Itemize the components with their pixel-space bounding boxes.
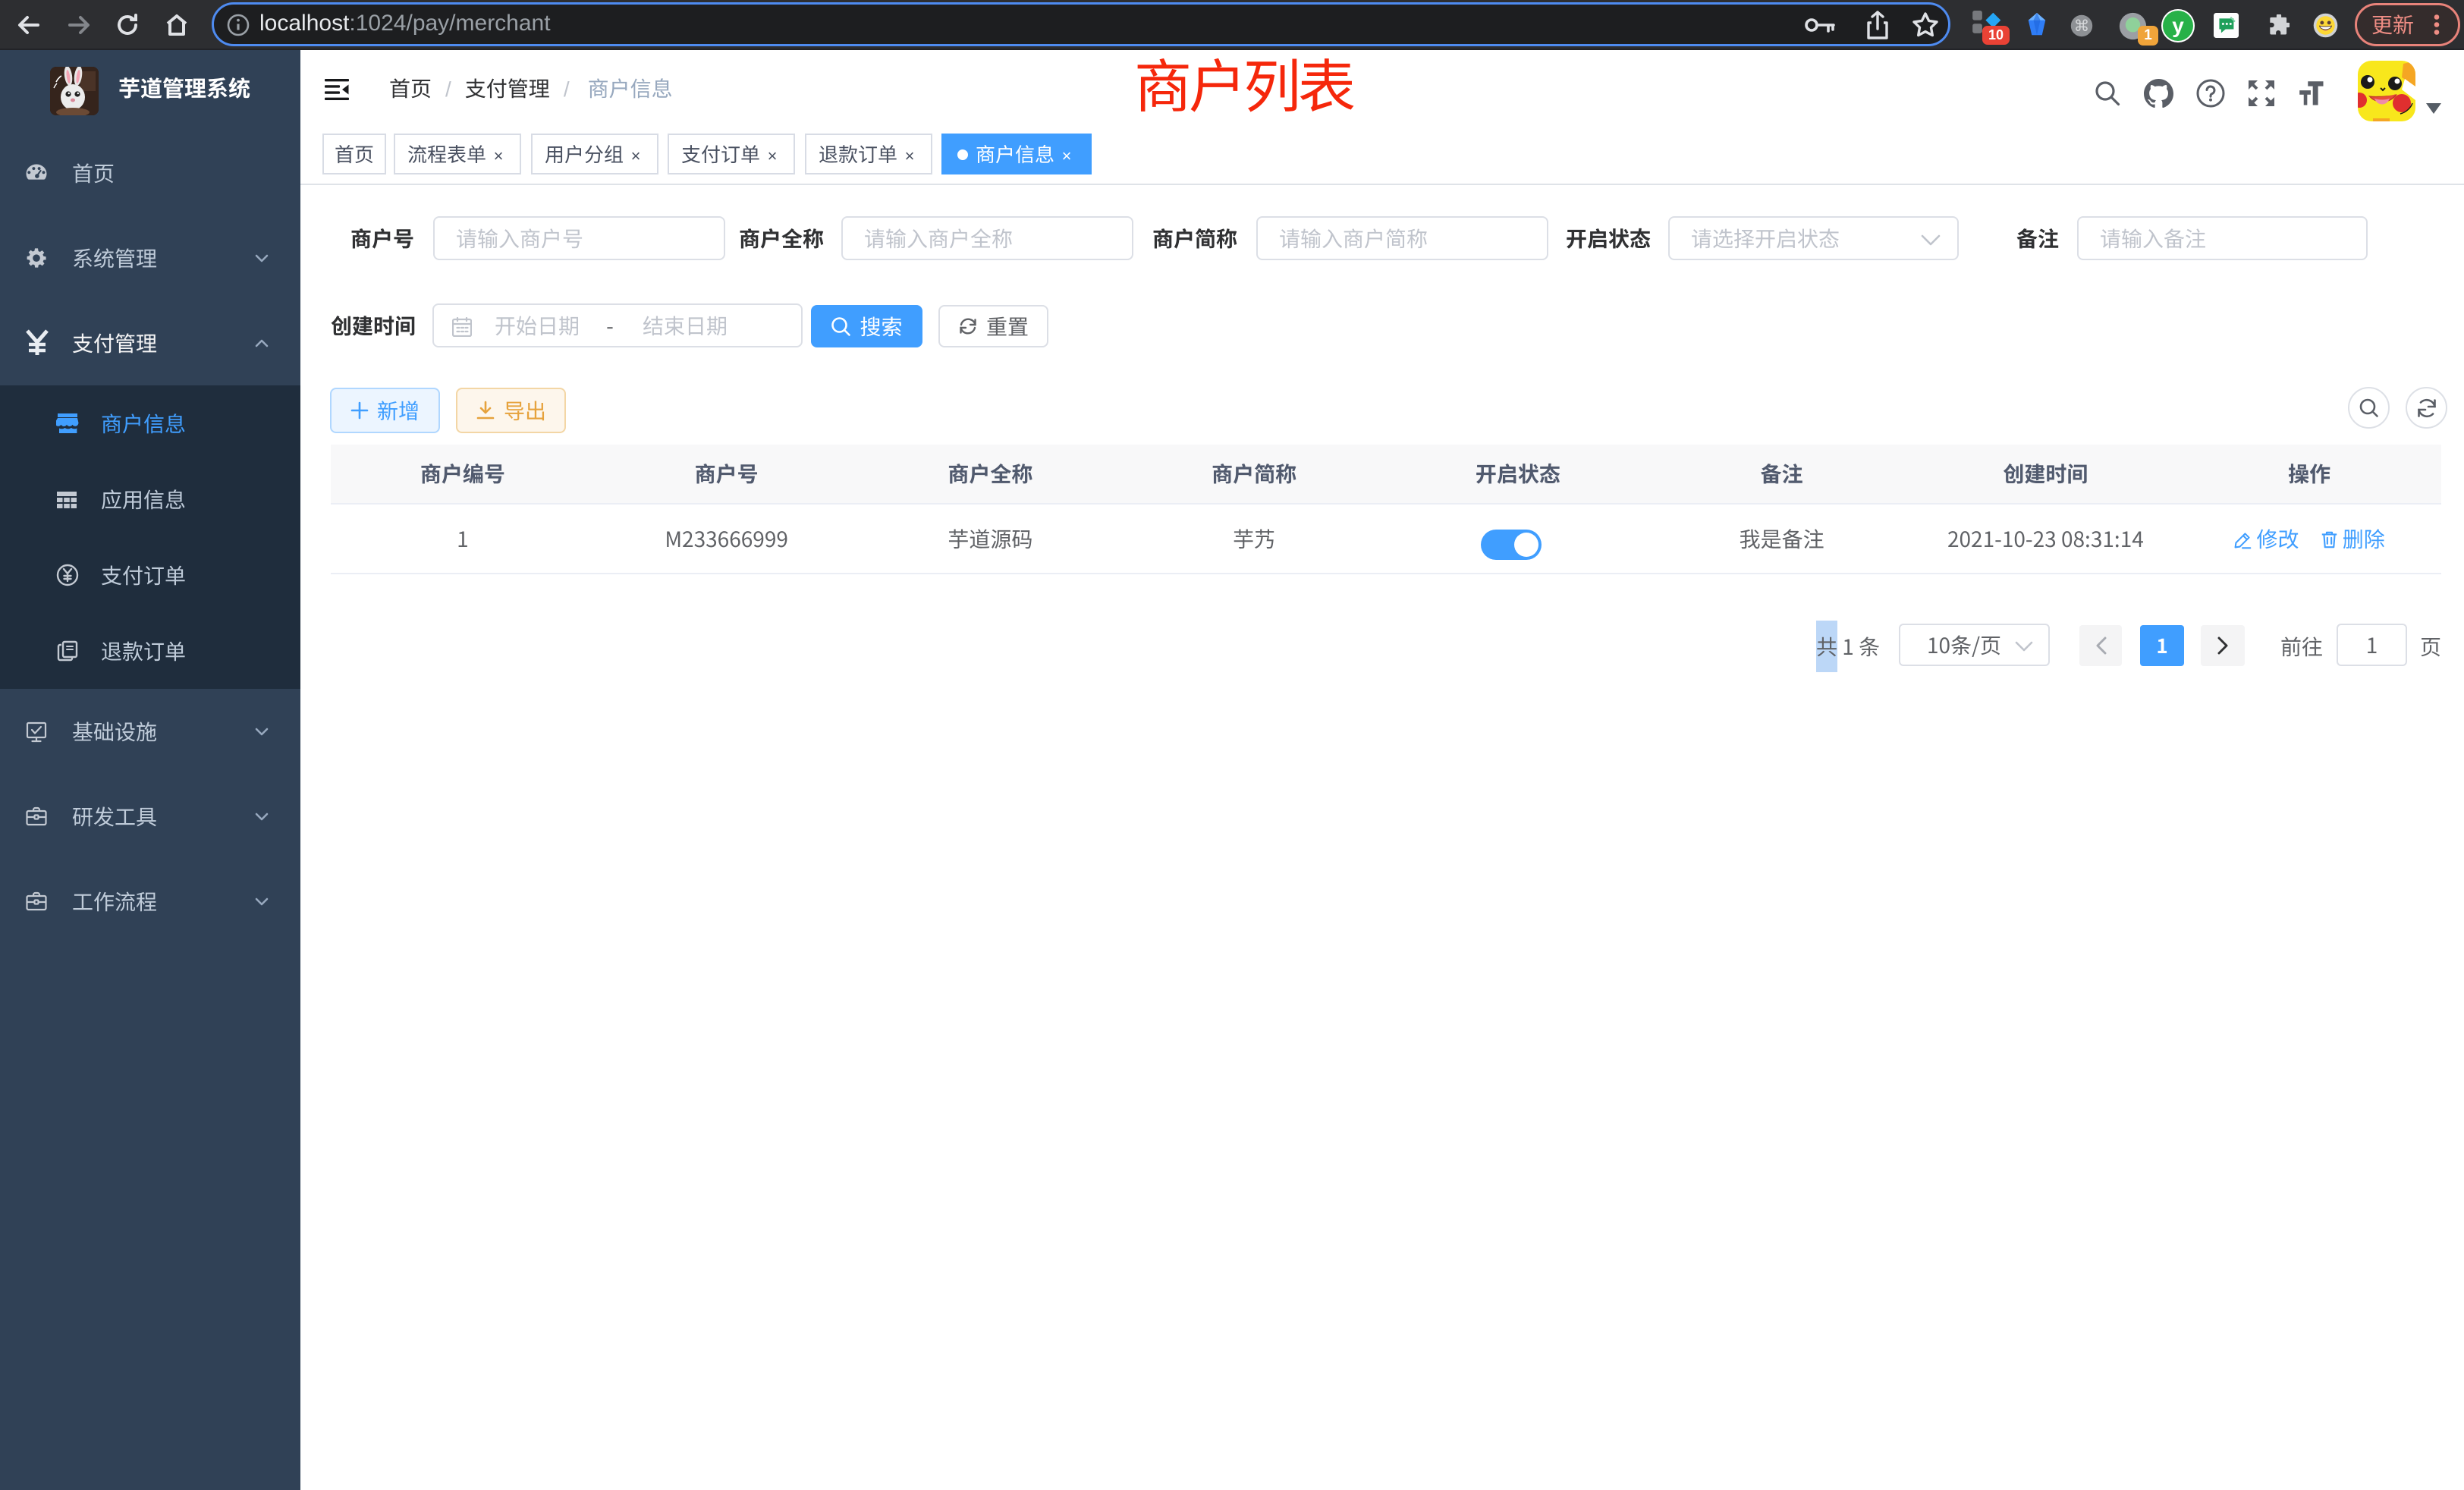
svg-text:⌘: ⌘ <box>2074 17 2090 35</box>
svg-text:y: y <box>2172 14 2184 37</box>
